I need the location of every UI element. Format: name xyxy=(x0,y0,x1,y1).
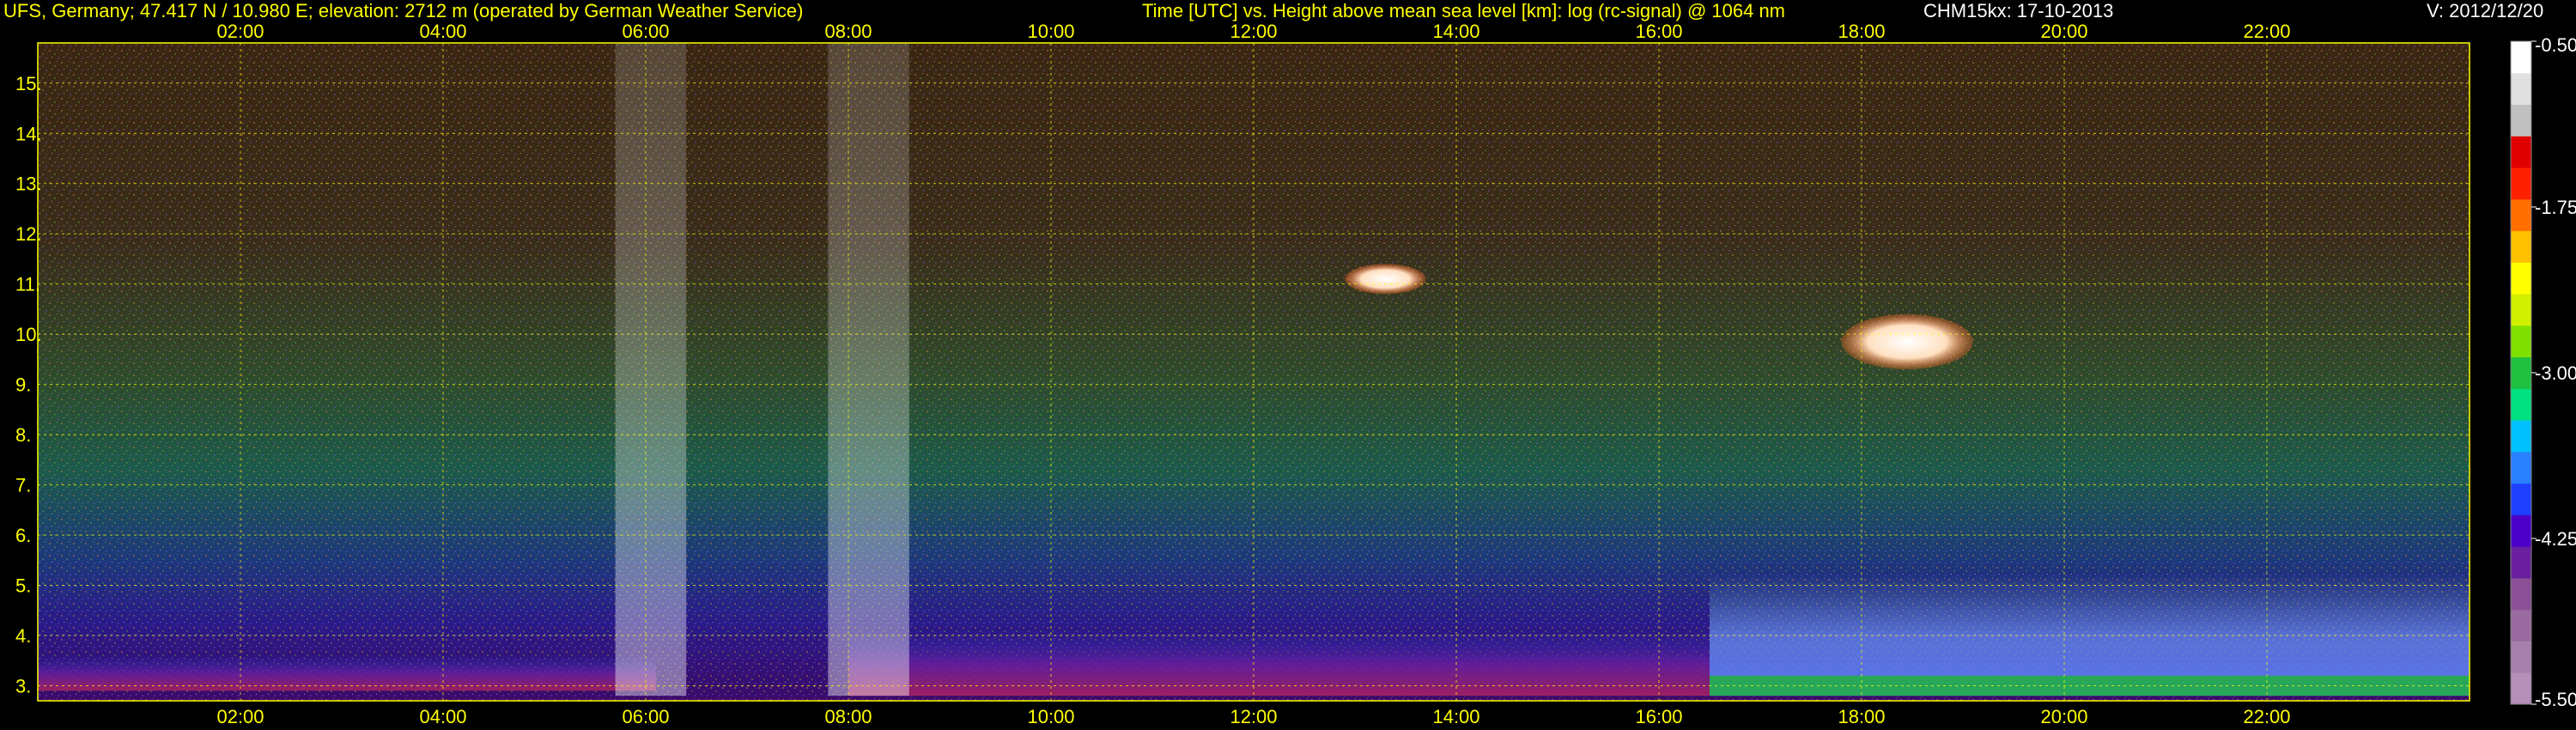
colorbar-segment xyxy=(2511,136,2531,168)
cirrus-cloud xyxy=(1345,264,1426,295)
colorbar-segment xyxy=(2511,420,2531,453)
y-tick-label: 9. xyxy=(15,374,31,396)
colorbar-segment xyxy=(2511,294,2531,326)
colorbar-segment xyxy=(2511,41,2531,74)
x-tick-label-top: 22:00 xyxy=(2243,21,2290,42)
x-tick-label-top: 06:00 xyxy=(622,21,669,42)
colorbar-segment xyxy=(2511,104,2531,137)
x-tick-label-bottom: 16:00 xyxy=(1635,706,1682,727)
colorbar-segment xyxy=(2511,577,2531,611)
colorbar-label: -1.75 xyxy=(2535,197,2576,218)
y-tick-label: 4. xyxy=(15,625,31,647)
x-tick-label-bottom: 08:00 xyxy=(824,706,872,727)
x-tick-label-bottom: 04:00 xyxy=(419,706,466,727)
x-tick-label-top: 14:00 xyxy=(1432,21,1479,42)
ceilometer-page: { "header": { "station": "UFS, Germany; … xyxy=(0,0,2576,730)
x-tick-label-top: 18:00 xyxy=(1838,21,1885,42)
colorbar-segment xyxy=(2511,483,2531,515)
cirrus-cloud xyxy=(1841,313,1973,370)
colorbar-segment xyxy=(2511,388,2531,421)
colorbar-segment xyxy=(2511,230,2531,263)
x-tick-label-bottom: 20:00 xyxy=(2040,706,2087,727)
y-tick-label: 5. xyxy=(15,575,31,597)
colorbar-segment xyxy=(2511,609,2531,642)
ceilometer-chart: 02:00 04:00 06:00 08:00 10:00 12:00 14:00 16:00… xyxy=(15,21,2576,727)
colorbar-segment xyxy=(2511,167,2531,200)
colorbar-segment xyxy=(2511,72,2531,106)
y-tick-label: 7. xyxy=(15,475,31,496)
x-tick-label-bottom: 12:00 xyxy=(1230,706,1277,727)
colorbar-segment xyxy=(2511,356,2531,389)
colorbar-segment xyxy=(2511,198,2531,232)
colorbar-label: -4.25 xyxy=(2535,528,2576,550)
x-tick-label-top: 20:00 xyxy=(2040,21,2087,42)
y-tick-label: 14. xyxy=(15,123,42,144)
precipitation-streak xyxy=(615,43,687,697)
colorbar xyxy=(2510,40,2532,705)
colorbar-segment xyxy=(2511,514,2531,547)
x-tick-label-top: 02:00 xyxy=(216,21,264,42)
colorbar-label: -5.50 xyxy=(2535,689,2576,710)
y-tick-label: 10. xyxy=(15,324,42,345)
x-tick-label-bottom: 22:00 xyxy=(2243,706,2290,727)
x-tick-label-top: 12:00 xyxy=(1230,21,1277,42)
y-tick-label: 3. xyxy=(15,675,31,697)
x-tick-label-top: 08:00 xyxy=(824,21,872,42)
colorbar-labels: -0.50 -1.75 -3.00 -4.25 -5.50 xyxy=(2531,34,2576,710)
x-tick-label-bottom: 06:00 xyxy=(622,706,669,727)
x-tick-label-top: 16:00 xyxy=(1635,21,1682,42)
x-tick-label-top: 10:00 xyxy=(1027,21,1074,42)
colorbar-label: -0.50 xyxy=(2535,34,2576,56)
y-tick-label: 6. xyxy=(15,525,31,546)
y-tick-label: 12. xyxy=(15,223,42,245)
x-tick-label-bottom: 18:00 xyxy=(1838,706,1885,727)
colorbar-segment xyxy=(2511,262,2531,295)
x-axis-bottom: 02:00 04:00 06:00 08:00 10:00 12:00 14:00 16:00… xyxy=(216,706,2290,727)
x-tick-label-top: 04:00 xyxy=(419,21,466,42)
colorbar-segment xyxy=(2511,641,2531,673)
colorbar-segment xyxy=(2511,546,2531,579)
precipitation-streak xyxy=(828,43,909,697)
y-tick-label: 8. xyxy=(15,424,31,446)
x-tick-label-bottom: 14:00 xyxy=(1432,706,1479,727)
y-tick-label: 15. xyxy=(15,73,42,94)
x-tick-label-bottom: 02:00 xyxy=(216,706,264,727)
colorbar-segment xyxy=(2511,451,2531,484)
colorbar-segment xyxy=(2511,672,2531,705)
colorbar-segment xyxy=(2511,325,2531,358)
colorbar-label: -3.00 xyxy=(2535,362,2576,384)
x-axis-top: 02:00 04:00 06:00 08:00 10:00 12:00 14:00 16:00… xyxy=(216,21,2290,42)
y-tick-label: 11. xyxy=(15,274,40,295)
y-tick-label: 13. xyxy=(15,173,42,195)
x-tick-label-bottom: 10:00 xyxy=(1027,706,1074,727)
